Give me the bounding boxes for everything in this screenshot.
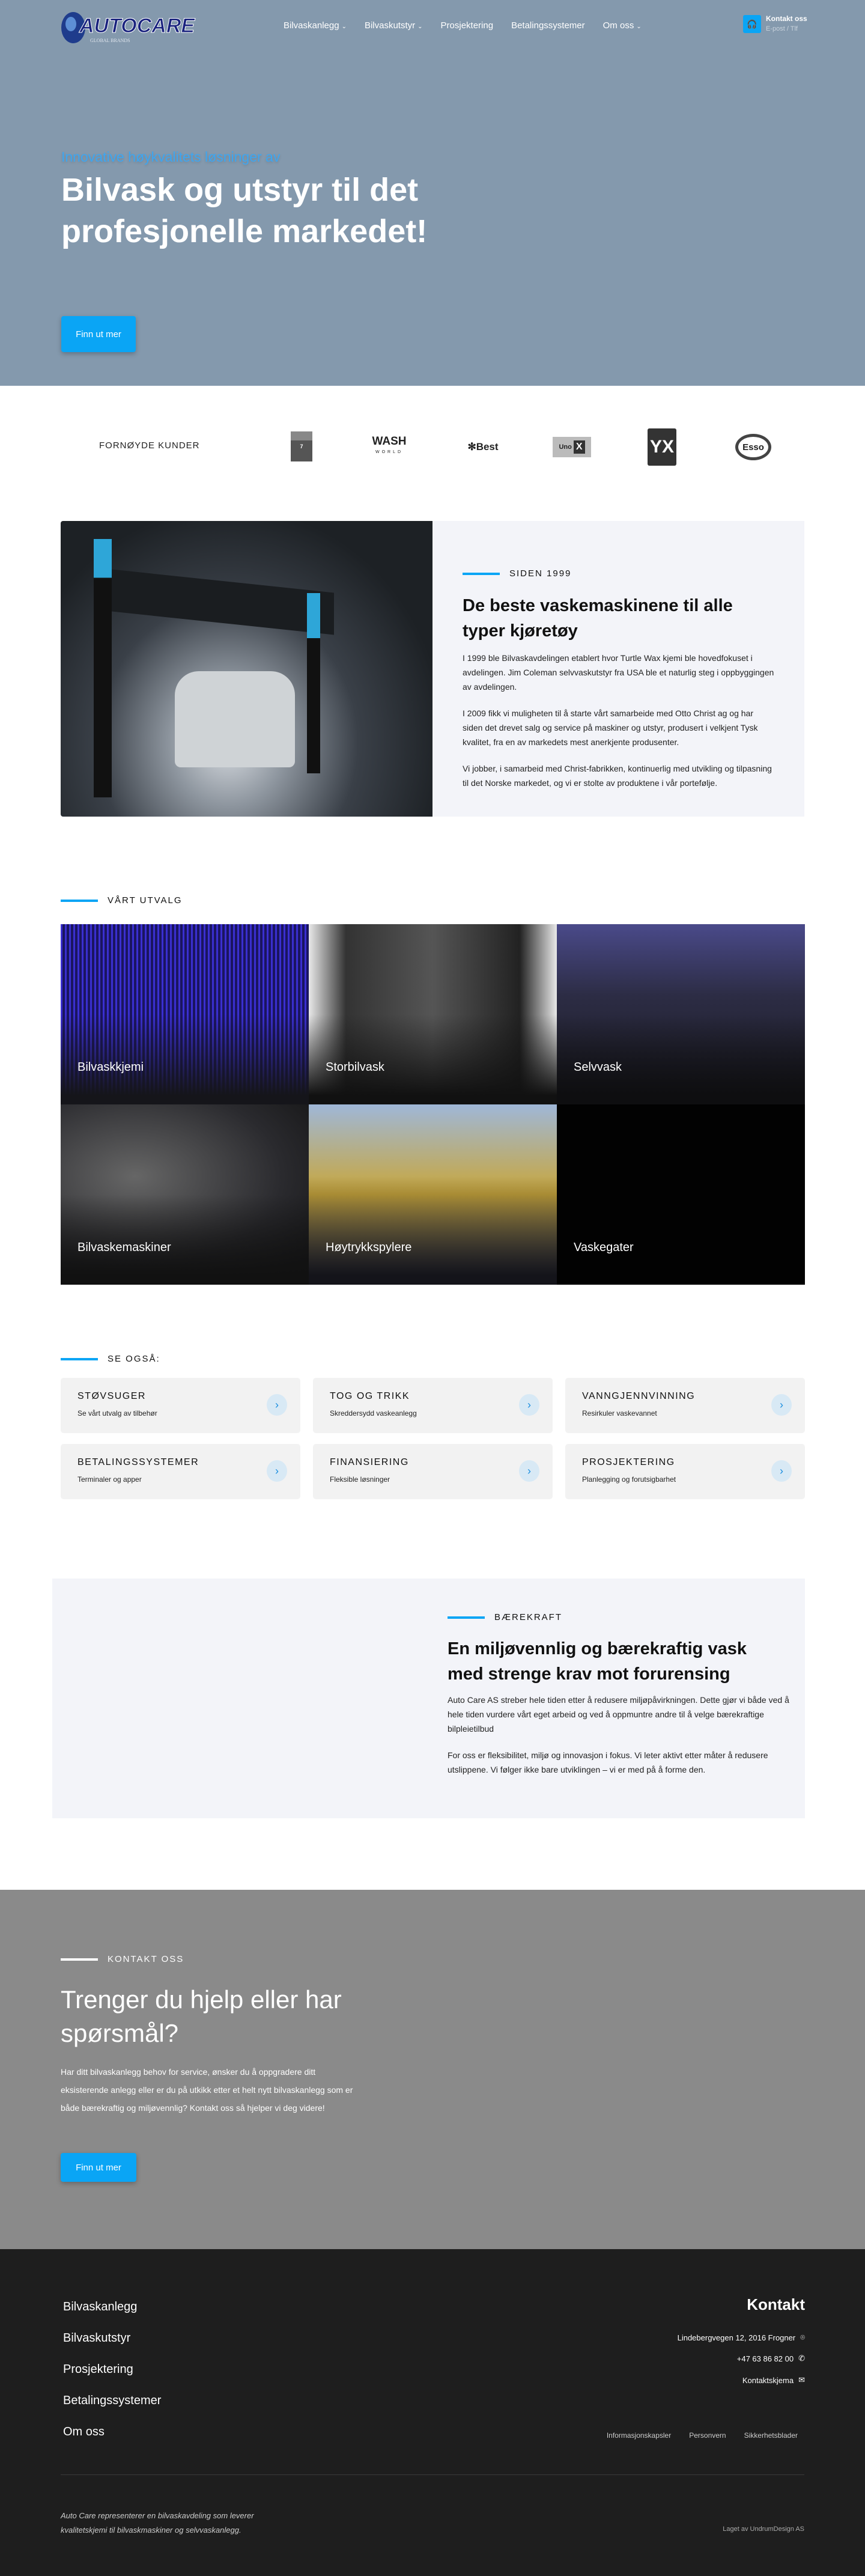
see-also-label: SE OGSÅ: bbox=[61, 1354, 160, 1364]
footer-phone[interactable]: +47 63 86 82 00 ✆ bbox=[737, 2354, 805, 2363]
about-paragraph: Vi jobber, i samarbeid med Christ-fabrik… bbox=[463, 764, 772, 788]
nav-om-oss[interactable]: Om oss ⌄ bbox=[603, 20, 642, 31]
location-pin-icon: ⌾ bbox=[800, 2333, 805, 2342]
sustainability-paragraph: Auto Care AS streber hele tiden etter å … bbox=[448, 1695, 789, 1734]
uno-x-logo: Uno X bbox=[553, 437, 591, 457]
chevron-right-icon: › bbox=[519, 1460, 539, 1482]
nav-betalingssystemer[interactable]: Betalingssystemer bbox=[511, 20, 585, 31]
best-logo: ✻Best bbox=[467, 441, 499, 452]
footer-link-safety-sheets[interactable]: Sikkerhetsblader bbox=[744, 2431, 798, 2440]
card-vanngjennvinning[interactable]: VANNGJENNVINNING Resirkuler vaskevannet › bbox=[565, 1378, 805, 1433]
footer-nav-bilvaskutstyr[interactable]: Bilvaskutstyr bbox=[63, 2331, 130, 2345]
accent-line bbox=[61, 899, 98, 902]
seven-eleven-logo: 7 bbox=[291, 431, 312, 461]
footer-nav-bilvaskanlegg[interactable]: Bilvaskanlegg bbox=[63, 2300, 137, 2314]
accent-line bbox=[463, 572, 500, 575]
about-title: De beste vaskemaskinene til alle typer k… bbox=[463, 596, 733, 641]
chevron-right-icon: › bbox=[267, 1394, 287, 1416]
chevron-down-icon: ⌄ bbox=[341, 23, 347, 30]
card-stovsuger[interactable]: STØVSUGER Se vårt utvalg av tilbehør › bbox=[61, 1378, 300, 1433]
nav-bilvaskanlegg[interactable]: Bilvaskanlegg ⌄ bbox=[284, 20, 347, 31]
chevron-right-icon: › bbox=[771, 1460, 792, 1482]
about-panel: SIDEN 1999 De beste vaskemaskinene til a… bbox=[432, 521, 804, 817]
range-tile-hoytrykkspylere[interactable]: Høytrykkspylere bbox=[309, 1104, 557, 1285]
sustainability-section: BÆREKRAFT En miljøvennlig og bærekraftig… bbox=[52, 1579, 805, 1818]
range-tile-vaskegater[interactable]: Vaskegater bbox=[557, 1104, 805, 1285]
accent-line bbox=[61, 1357, 98, 1360]
hero-subtitle: Innovative høykvalitets løsninger av bbox=[61, 149, 281, 165]
range-tile-selvvask[interactable]: Selvvask bbox=[557, 924, 805, 1104]
accent-line bbox=[448, 1616, 485, 1619]
sustainability-label: BÆREKRAFT bbox=[448, 1612, 562, 1622]
card-betalingssystemer[interactable]: BETALINGSSYSTEMER Terminaler og apper › bbox=[61, 1444, 300, 1499]
nav-bilvaskutstyr[interactable]: Bilvaskutstyr ⌄ bbox=[365, 20, 423, 31]
svg-text:GLOBAL BRANDS: GLOBAL BRANDS bbox=[90, 38, 130, 43]
autocare-logo[interactable]: AUTOCARE GLOBAL BRANDS bbox=[60, 8, 204, 43]
hero-cta-button[interactable]: Finn ut mer bbox=[61, 316, 136, 352]
svg-text:AUTOCARE: AUTOCARE bbox=[79, 14, 195, 37]
esso-logo: Esso bbox=[735, 434, 771, 460]
customers-label: FORNØYDE KUNDER bbox=[99, 440, 200, 451]
footer-tagline: Auto Care representerer en bilvaskavdeli… bbox=[61, 2511, 254, 2535]
footer-address[interactable]: Lindebergvegen 12, 2016 Frogner ⌾ bbox=[678, 2333, 805, 2342]
contact-section: KONTAKT OSS Trenger du hjelp eller har s… bbox=[0, 1890, 865, 2249]
about-paragraph: I 2009 fikk vi muligheten til å starte v… bbox=[463, 708, 758, 747]
yx-logo: YX bbox=[648, 428, 676, 466]
footer-link-cookies[interactable]: Informasjonskapsler bbox=[607, 2431, 671, 2440]
car-wash-machine-image bbox=[61, 521, 432, 817]
card-tog-og-trikk[interactable]: TOG OG TRIKK Skreddersydd vaskeanlegg › bbox=[313, 1378, 553, 1433]
range-tile-bilvaskemaskiner[interactable]: Bilvaskemaskiner bbox=[61, 1104, 309, 1285]
about-label: SIDEN 1999 bbox=[463, 568, 571, 579]
about-paragraph: I 1999 ble Bilvaskavdelingen etablert hv… bbox=[463, 653, 774, 692]
chevron-down-icon: ⌄ bbox=[636, 23, 642, 30]
wash-world-logo: WASH WORLD bbox=[372, 435, 407, 454]
card-finansiering[interactable]: FINANSIERING Fleksible løsninger › bbox=[313, 1444, 553, 1499]
range-tile-storbilvask[interactable]: Storbilvask bbox=[309, 924, 557, 1104]
footer-credit[interactable]: Laget av UndrumDesign AS bbox=[723, 2526, 804, 2533]
hero-title: Bilvask og utstyr til det profesjonelle … bbox=[61, 172, 428, 249]
contact-title: Trenger du hjelp eller har spørsmål? bbox=[61, 1985, 342, 2047]
footer: Bilvaskanlegg Bilvaskutstyr Prosjekterin… bbox=[0, 2249, 865, 2576]
chevron-right-icon: › bbox=[267, 1460, 287, 1482]
footer-nav-om-oss[interactable]: Om oss bbox=[63, 2425, 105, 2439]
footer-nav-betalingssystemer[interactable]: Betalingssystemer bbox=[63, 2394, 161, 2408]
chevron-right-icon: › bbox=[519, 1394, 539, 1416]
card-prosjektering[interactable]: PROSJEKTERING Planlegging og forutsigbarh… bbox=[565, 1444, 805, 1499]
main-nav: Bilvaskanlegg ⌄ Bilvaskutstyr ⌄ Prosjekter… bbox=[284, 18, 642, 32]
sustainability-title: En miljøvennlig og bærekraftig vask med … bbox=[448, 1639, 747, 1684]
contact-text: Har ditt bilvaskanlegg behov for service… bbox=[61, 2067, 353, 2113]
nav-prosjektering[interactable]: Prosjektering bbox=[441, 20, 494, 31]
sustainability-paragraph: For oss er fleksibilitet, miljø og innov… bbox=[448, 1750, 768, 1774]
contact-cta-button[interactable]: Finn ut mer bbox=[61, 2153, 136, 2182]
envelope-icon: ✉ bbox=[798, 2375, 805, 2384]
footer-contact-form[interactable]: Kontaktskjema ✉ bbox=[742, 2375, 805, 2385]
footer-link-privacy[interactable]: Personvern bbox=[689, 2431, 726, 2440]
accent-line bbox=[61, 1958, 98, 1961]
headset-icon: 🎧 bbox=[743, 15, 761, 33]
footer-nav-prosjektering[interactable]: Prosjektering bbox=[63, 2363, 133, 2377]
chevron-right-icon: › bbox=[771, 1394, 792, 1416]
range-tile-bilvaskkjemi[interactable]: Bilvaskkjemi bbox=[61, 924, 309, 1104]
chevron-down-icon: ⌄ bbox=[417, 23, 423, 30]
phone-icon: ✆ bbox=[798, 2354, 805, 2363]
footer-divider bbox=[61, 2474, 804, 2475]
footer-links: Informasjonskapsler Personvern Sikkerhet… bbox=[607, 2431, 798, 2440]
header-contact-button[interactable]: 🎧 Kontakt oss E-post / Tlf bbox=[743, 14, 807, 34]
contact-label: KONTAKT OSS bbox=[61, 1954, 184, 1964]
footer-contact-title: Kontakt bbox=[747, 2295, 805, 2313]
range-label: VÅRT UTVALG bbox=[61, 895, 183, 906]
